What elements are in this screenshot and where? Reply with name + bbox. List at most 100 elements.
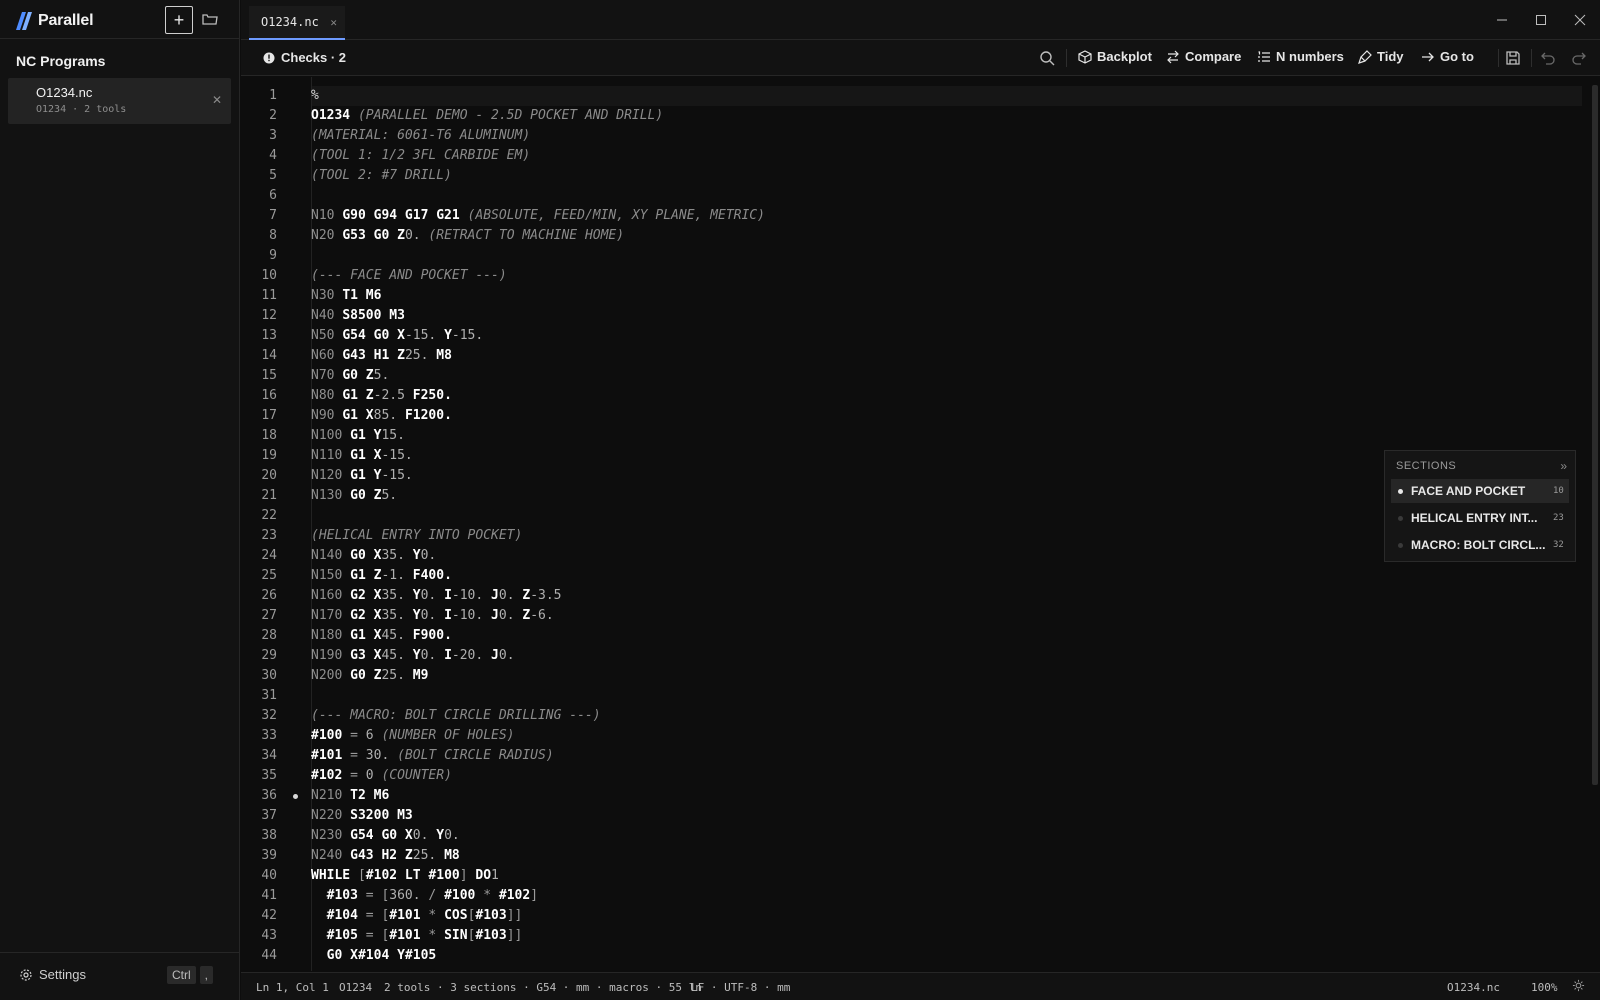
tidy-button[interactable]: Tidy <box>1358 49 1404 64</box>
code-line[interactable]: 26 N160 G2 X35. Y0. I-10. J0. Z-3.5 <box>241 586 1571 606</box>
gutter-marker[interactable] <box>277 86 311 106</box>
code-line[interactable]: 13 N50 G54 G0 X-15. Y-15. <box>241 326 1571 346</box>
breakpoint-dot-icon[interactable] <box>293 794 298 799</box>
redo-icon[interactable] <box>1570 49 1588 67</box>
code-line[interactable]: 33 #100 = 6 (NUMBER OF HOLES) <box>241 726 1571 746</box>
gutter-marker[interactable] <box>277 726 311 746</box>
gutter-marker[interactable] <box>277 246 311 266</box>
code-line[interactable]: 6 <box>241 186 1571 206</box>
gutter-marker[interactable] <box>277 926 311 946</box>
gutter-marker[interactable] <box>277 666 311 686</box>
close-window-icon[interactable] <box>1570 10 1590 30</box>
section-item-helical-entry[interactable]: HELICAL ENTRY INT... 23 <box>1391 506 1569 530</box>
code-line[interactable]: 8 N20 G53 G0 Z0. (RETRACT TO MACHINE HOME… <box>241 226 1571 246</box>
gutter-marker[interactable] <box>277 126 311 146</box>
open-folder-icon[interactable] <box>201 10 219 28</box>
undo-icon[interactable] <box>1539 49 1557 67</box>
gutter-marker[interactable] <box>277 426 311 446</box>
code-line[interactable]: 21 N130 G0 Z5. <box>241 486 1571 506</box>
code-line[interactable]: 28 N180 G1 X45. F900. <box>241 626 1571 646</box>
gutter-marker[interactable] <box>277 906 311 926</box>
gutter-marker[interactable] <box>277 266 311 286</box>
gutter-marker[interactable] <box>277 846 311 866</box>
gutter-marker[interactable] <box>277 366 311 386</box>
code-line[interactable]: 9 <box>241 246 1571 266</box>
code-line[interactable]: 27 N170 G2 X35. Y0. I-10. J0. Z-6. <box>241 606 1571 626</box>
encoding-info[interactable]: LF · UTF-8 · mm <box>691 981 790 994</box>
gutter-marker[interactable] <box>277 526 311 546</box>
gutter-marker[interactable] <box>277 786 311 806</box>
gutter-marker[interactable] <box>277 886 311 906</box>
code-line[interactable]: 18 N100 G1 Y15. <box>241 426 1571 446</box>
go-to-button[interactable]: Go to <box>1421 49 1474 64</box>
gutter-marker[interactable] <box>277 226 311 246</box>
code-line[interactable]: 42 #104 = [#101 * COS[#103]] <box>241 906 1571 926</box>
close-tab-icon[interactable]: ✕ <box>330 16 337 29</box>
code-line[interactable]: 38 N230 G54 G0 X0. Y0. <box>241 826 1571 846</box>
cursor-position[interactable]: Ln 1, Col 1 <box>256 981 329 994</box>
code-line[interactable]: 15 N70 G0 Z5. <box>241 366 1571 386</box>
gutter-marker[interactable] <box>277 466 311 486</box>
code-line[interactable]: 40 WHILE [#102 LT #100] DO1 <box>241 866 1571 886</box>
code-line[interactable]: 23 (HELICAL ENTRY INTO POCKET) <box>241 526 1571 546</box>
vertical-scrollbar[interactable] <box>1592 85 1598 785</box>
gutter-marker[interactable] <box>277 766 311 786</box>
code-line[interactable]: 17 N90 G1 X85. F1200. <box>241 406 1571 426</box>
code-line[interactable]: 2 O1234 (PARALLEL DEMO - 2.5D POCKET AND … <box>241 106 1571 126</box>
code-line[interactable]: 31 <box>241 686 1571 706</box>
gutter-marker[interactable] <box>277 326 311 346</box>
code-line[interactable]: 7 N10 G90 G94 G17 G21 (ABSOLUTE, FEED/MIN… <box>241 206 1571 226</box>
code-line[interactable]: 3 (MATERIAL: 6061-T6 ALUMINUM) <box>241 126 1571 146</box>
gutter-marker[interactable] <box>277 806 311 826</box>
code-line[interactable]: 39 N240 G43 H2 Z25. M8 <box>241 846 1571 866</box>
code-line[interactable]: 4 (TOOL 1: 1/2 3FL CARBIDE EM) <box>241 146 1571 166</box>
code-line[interactable]: 44 G0 X#104 Y#105 <box>241 946 1571 966</box>
minimize-icon[interactable] <box>1492 10 1512 30</box>
gutter-marker[interactable] <box>277 506 311 526</box>
code-line[interactable]: 14 N60 G43 H1 Z25. M8 <box>241 346 1571 366</box>
code-line[interactable]: 16 N80 G1 Z-2.5 F250. <box>241 386 1571 406</box>
gutter-marker[interactable] <box>277 546 311 566</box>
code-line[interactable]: 1% <box>241 86 1571 106</box>
n-numbers-button[interactable]: N numbers <box>1257 49 1344 64</box>
new-file-button[interactable]: + <box>165 6 193 34</box>
gutter-marker[interactable] <box>277 206 311 226</box>
gutter-marker[interactable] <box>277 746 311 766</box>
compare-button[interactable]: Compare <box>1166 49 1241 64</box>
gutter-marker[interactable] <box>277 626 311 646</box>
code-line[interactable]: 5 (TOOL 2: #7 DRILL) <box>241 166 1571 186</box>
gutter-marker[interactable] <box>277 306 311 326</box>
code-line[interactable]: 43 #105 = [#101 * SIN[#103]] <box>241 926 1571 946</box>
gutter-marker[interactable] <box>277 146 311 166</box>
section-item-face-and-pocket[interactable]: FACE AND POCKET 10 <box>1391 479 1569 503</box>
gutter-marker[interactable] <box>277 706 311 726</box>
gutter-marker[interactable] <box>277 386 311 406</box>
gutter-marker[interactable] <box>277 106 311 126</box>
code-line[interactable]: 34 #101 = 30. (BOLT CIRCLE RADIUS) <box>241 746 1571 766</box>
collapse-panel-icon[interactable]: » <box>1560 459 1567 473</box>
code-line[interactable]: 25 N150 G1 Z-1. F400. <box>241 566 1571 586</box>
code-line[interactable]: 10 (--- FACE AND POCKET ---) <box>241 266 1571 286</box>
gutter-marker[interactable] <box>277 166 311 186</box>
gutter-marker[interactable] <box>277 946 311 966</box>
gutter-marker[interactable] <box>277 406 311 426</box>
code-line[interactable]: 12 N40 S8500 M3 <box>241 306 1571 326</box>
tab-o1234[interactable]: O1234.nc ✕ <box>249 6 345 40</box>
code-line[interactable]: 19 N110 G1 X-15. <box>241 446 1571 466</box>
code-line[interactable]: 11 N30 T1 M6 <box>241 286 1571 306</box>
theme-toggle-icon[interactable] <box>1572 979 1585 995</box>
code-line[interactable]: 24 N140 G0 X35. Y0. <box>241 546 1571 566</box>
code-line[interactable]: 41 #103 = [360. / #100 * #102] <box>241 886 1571 906</box>
gutter-marker[interactable] <box>277 606 311 626</box>
code-lines[interactable]: 1% 2 O1234 (PARALLEL DEMO - 2.5D POCKET AN… <box>241 86 1571 966</box>
gutter-marker[interactable] <box>277 486 311 506</box>
gutter-marker[interactable] <box>277 866 311 886</box>
gutter-marker[interactable] <box>277 686 311 706</box>
code-line[interactable]: 29 N190 G3 X45. Y0. I-20. J0. <box>241 646 1571 666</box>
code-line[interactable]: 20 N120 G1 Y-15. <box>241 466 1571 486</box>
code-line[interactable]: 36 N210 T2 M6 <box>241 786 1571 806</box>
code-line[interactable]: 35 #102 = 0 (COUNTER) <box>241 766 1571 786</box>
gutter-marker[interactable] <box>277 646 311 666</box>
gutter-marker[interactable] <box>277 586 311 606</box>
zoom-level[interactable]: 100% <box>1531 981 1558 994</box>
